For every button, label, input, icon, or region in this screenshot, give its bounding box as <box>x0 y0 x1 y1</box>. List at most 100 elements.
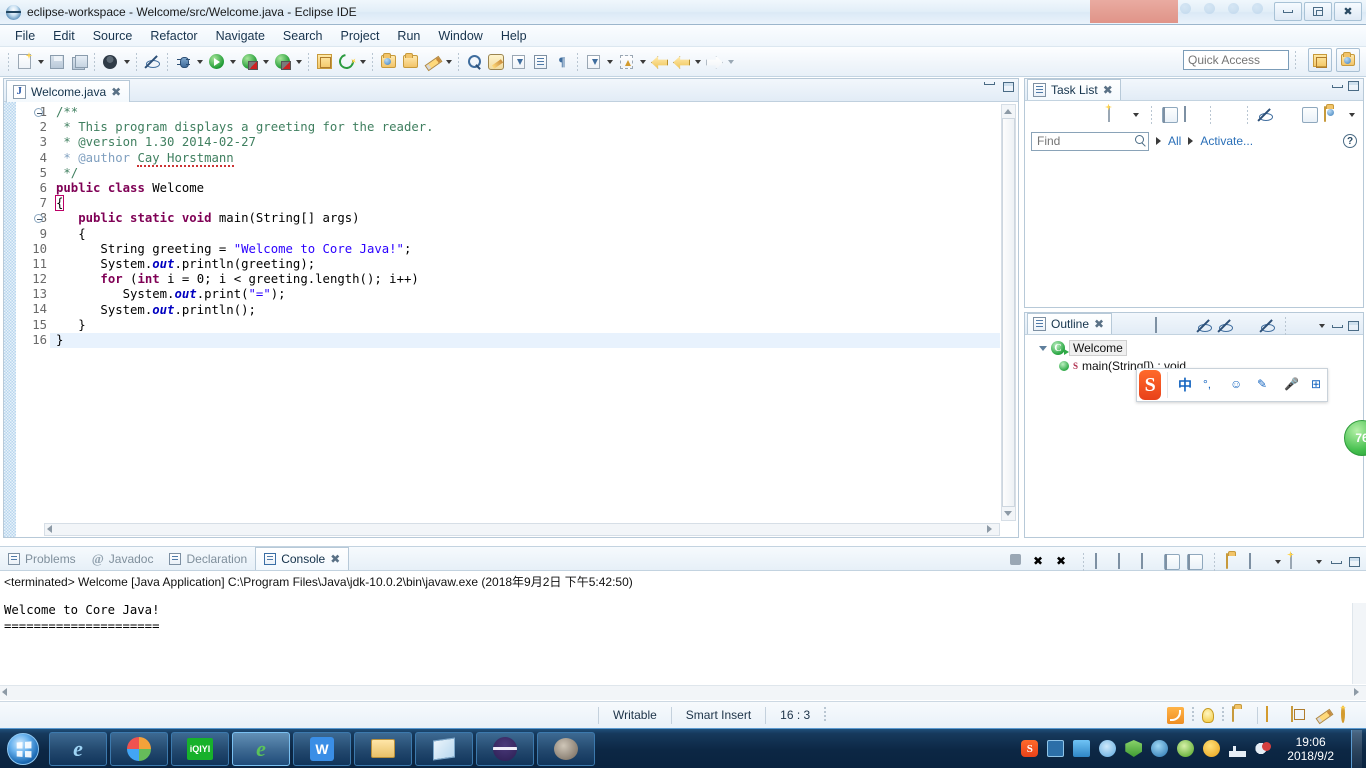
taskbar-item-internet-explorer[interactable]: e <box>49 731 107 766</box>
minimize-icon[interactable] <box>984 82 995 85</box>
run-icon[interactable] <box>205 51 227 73</box>
skip-breakpoints-icon[interactable] <box>141 51 163 73</box>
taskbar-item-eclipse[interactable] <box>476 731 534 766</box>
update-tray-icon[interactable] <box>1177 740 1195 757</box>
open-type-icon[interactable] <box>377 51 399 73</box>
run-config-dropdown-icon[interactable] <box>260 51 271 73</box>
external-tools-dropdown-icon[interactable] <box>357 51 368 73</box>
tab-outline[interactable]: Outline ✖ <box>1027 313 1113 334</box>
code-editor[interactable]: 1 2 3 4 5 6 7 8 9 10 11 12 13 14 15 16 /… <box>4 102 1018 537</box>
new-task-icon[interactable] <box>1108 105 1124 123</box>
word-wrap-icon[interactable] <box>1141 553 1157 570</box>
scroll-right-icon[interactable] <box>1354 688 1364 698</box>
close-icon[interactable]: ✖ <box>1103 83 1113 97</box>
back-icon[interactable] <box>648 51 670 73</box>
tab-problems[interactable]: Problems <box>0 547 84 570</box>
maximize-icon[interactable] <box>1348 321 1359 331</box>
menu-project[interactable]: Project <box>332 27 389 45</box>
next-annotation-dropdown-icon[interactable] <box>604 51 615 73</box>
hide-local-types-icon[interactable] <box>1260 318 1276 334</box>
scrollbar-thumb[interactable] <box>1002 118 1015 507</box>
punctuation-icon[interactable]: °, <box>1203 377 1219 393</box>
taskbar-item-photo[interactable] <box>537 731 595 766</box>
sogou-logo-icon[interactable]: S <box>1139 370 1162 400</box>
filter-all-arrow-icon[interactable] <box>1156 137 1161 145</box>
pin-console-icon[interactable] <box>1187 554 1203 570</box>
annotation-icon[interactable] <box>485 51 507 73</box>
close-icon[interactable]: ✖ <box>1094 317 1104 331</box>
hide-static-icon[interactable] <box>1218 318 1234 334</box>
debug-dropdown-icon[interactable] <box>194 51 205 73</box>
taskbar-item-explorer[interactable] <box>354 731 412 766</box>
new-task-dropdown-icon[interactable] <box>1130 104 1141 126</box>
console-horizontal-scrollbar[interactable] <box>0 685 1366 700</box>
scroll-up-icon[interactable] <box>1003 106 1014 117</box>
menu-navigate[interactable]: Navigate <box>207 27 274 45</box>
view-menu-icon[interactable] <box>1316 315 1327 337</box>
forward-icon[interactable] <box>703 51 725 73</box>
new-console-dropdown-icon[interactable] <box>1313 551 1324 573</box>
tab-declaration[interactable]: Declaration <box>161 547 255 570</box>
show-activate-icon[interactable] <box>1280 107 1296 123</box>
sort-icon[interactable] <box>1176 318 1192 334</box>
maximize-icon[interactable] <box>1348 81 1359 91</box>
source-code[interactable]: /** * This program displays a greeting f… <box>50 102 1000 348</box>
pencil-icon[interactable] <box>1316 707 1333 724</box>
handwriting-icon[interactable]: ✎ <box>1257 377 1273 393</box>
minimize-icon[interactable] <box>1331 560 1342 564</box>
menu-source[interactable]: Source <box>84 27 142 45</box>
menu-file[interactable]: File <box>6 27 44 45</box>
remove-launch-icon[interactable]: ✖ <box>1033 554 1049 570</box>
tab-console[interactable]: Console ✖ <box>255 547 350 570</box>
maximize-icon[interactable] <box>1003 82 1014 92</box>
signal-tray-icon[interactable] <box>1229 740 1247 757</box>
scroll-down-icon[interactable] <box>1003 508 1014 519</box>
collapse-all-icon[interactable] <box>1155 317 1171 334</box>
scroll-right-icon[interactable] <box>987 525 997 535</box>
show-whitespace-icon[interactable]: ¶ <box>551 51 573 73</box>
editor-tab-welcome-java[interactable]: Welcome.java ✖ <box>6 80 131 102</box>
taskbar-item-browser[interactable]: e <box>232 731 290 766</box>
editor-horizontal-scrollbar[interactable] <box>44 523 1000 536</box>
book-icon[interactable] <box>1266 705 1283 724</box>
back-dropdown-icon[interactable] <box>692 51 703 73</box>
link-with-editor-icon[interactable] <box>1295 318 1311 334</box>
scroll-left-icon[interactable] <box>2 688 12 698</box>
close-icon[interactable]: ✖ <box>330 552 340 566</box>
close-button[interactable]: ✖ <box>1334 2 1362 21</box>
taskbar-clock[interactable]: 19:06 2018/9/2 <box>1281 735 1342 763</box>
pencil-icon[interactable] <box>421 51 443 73</box>
graduation-icon[interactable] <box>1291 705 1308 724</box>
fold-collapse-icon[interactable] <box>34 108 43 117</box>
filter-activate-arrow-icon[interactable] <box>1188 137 1194 145</box>
menu-refactor[interactable]: Refactor <box>141 27 206 45</box>
display-selected-console-icon[interactable] <box>1226 553 1242 570</box>
search-icon[interactable] <box>463 51 485 73</box>
close-icon[interactable]: ✖ <box>111 85 121 99</box>
console-vertical-scrollbar[interactable] <box>1352 603 1366 684</box>
volume-muted-icon[interactable] <box>1255 740 1273 757</box>
start-button[interactable] <box>0 731 46 767</box>
minimize-button[interactable] <box>1274 2 1302 21</box>
open-perspective-button[interactable] <box>1308 48 1332 72</box>
forward-dropdown-icon[interactable] <box>725 51 736 73</box>
minimize-icon[interactable] <box>1332 84 1343 88</box>
sogou-tray-icon[interactable]: S <box>1021 740 1039 757</box>
scroll-lock-icon[interactable] <box>1118 553 1134 570</box>
code-text-container[interactable]: /** * This program displays a greeting f… <box>50 102 1000 523</box>
editor-vertical-scrollbar[interactable] <box>1001 104 1016 521</box>
hide-non-public-icon[interactable] <box>1239 318 1255 334</box>
outline-item-class[interactable]: C Welcome <box>1025 339 1363 357</box>
taskbar-item-wps-writer[interactable]: W <box>293 731 351 766</box>
emoji-icon[interactable]: ☺ <box>1230 377 1246 393</box>
show-desktop-button[interactable] <box>1351 729 1362 768</box>
menu-edit[interactable]: Edit <box>44 27 84 45</box>
weather-tray-icon[interactable] <box>1099 740 1117 757</box>
tab-javadoc[interactable]: @ Javadoc <box>84 547 162 570</box>
pencil-dropdown-icon[interactable] <box>443 51 454 73</box>
run-dropdown-icon[interactable] <box>227 51 238 73</box>
maximize-icon[interactable] <box>1349 557 1360 567</box>
minimize-icon[interactable] <box>1332 324 1343 328</box>
taskbar-item-media-player[interactable] <box>110 731 168 766</box>
run-configurations-icon[interactable] <box>238 51 260 73</box>
